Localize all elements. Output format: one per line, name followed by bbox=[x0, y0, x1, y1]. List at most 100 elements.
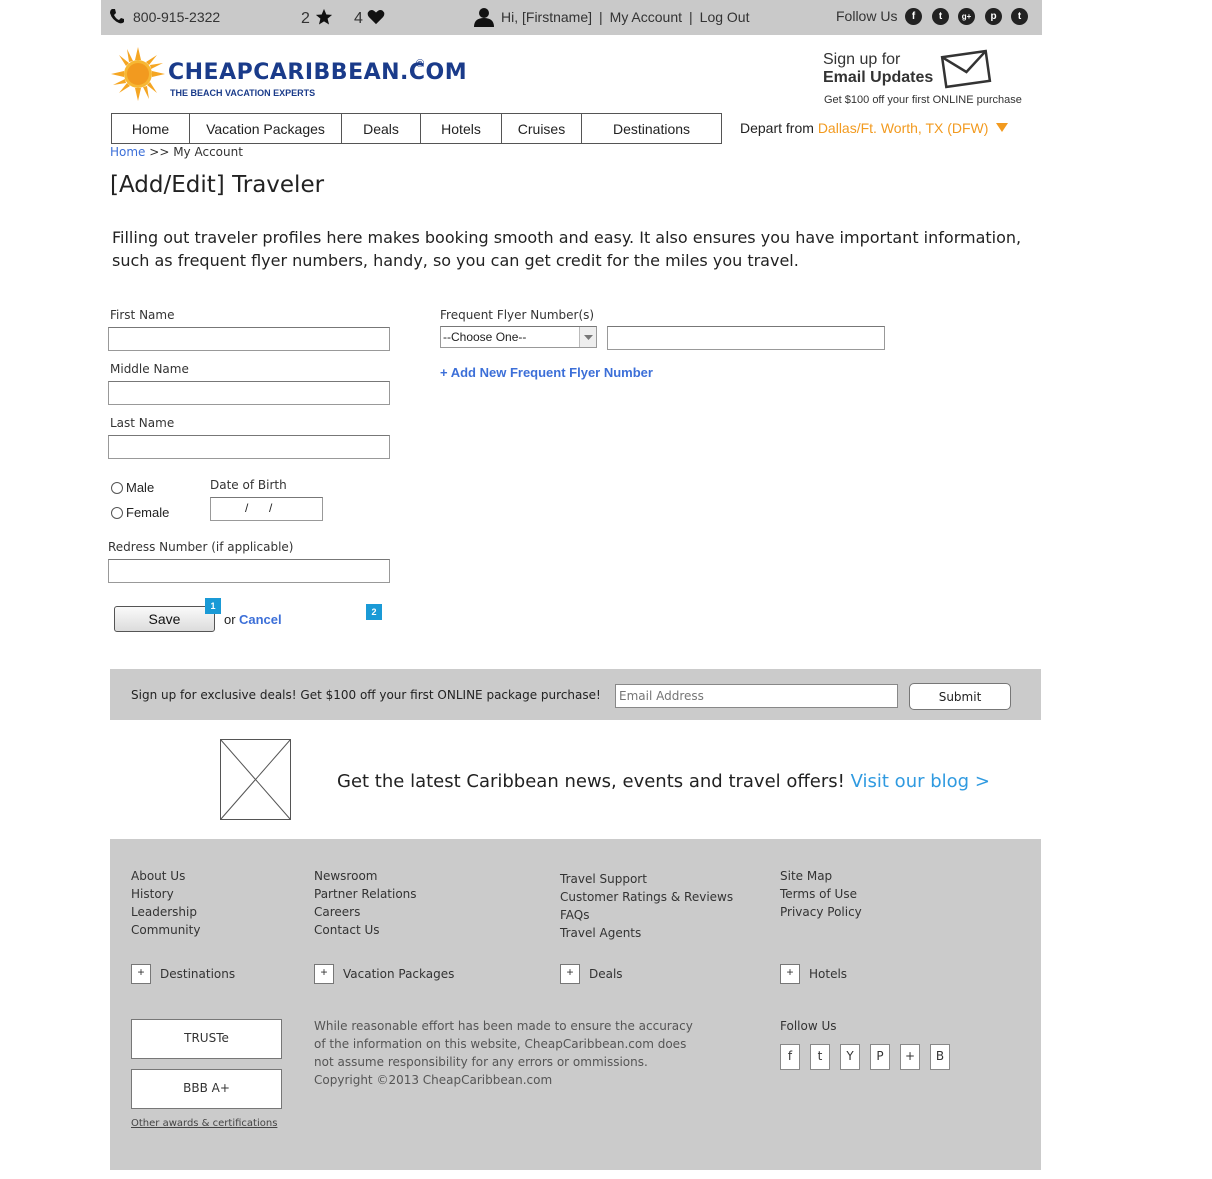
footer-pinterest-icon[interactable]: P bbox=[870, 1044, 890, 1070]
newsletter-submit-button[interactable]: Submit bbox=[909, 683, 1011, 710]
footer-link-history[interactable]: History bbox=[131, 885, 200, 903]
or-text: or bbox=[224, 612, 236, 627]
dob-input[interactable]: / / bbox=[210, 497, 323, 521]
expander-destinations[interactable]: Destinations bbox=[160, 965, 235, 983]
breadcrumb: Home >> My Account bbox=[110, 145, 243, 159]
greeting: Hi, [Firstname] bbox=[501, 9, 593, 25]
nav-cruises[interactable]: Cruises bbox=[502, 114, 582, 143]
gender-female-label[interactable]: Female bbox=[126, 505, 169, 520]
footer-blog-icon[interactable]: B bbox=[930, 1044, 950, 1070]
middle-name-input[interactable] bbox=[108, 381, 390, 405]
footer: About Us History Leadership Community Ne… bbox=[110, 839, 1041, 1170]
footer-col-3: Travel Support Customer Ratings & Review… bbox=[560, 870, 733, 942]
blog-link[interactable]: Visit our blog > bbox=[851, 771, 990, 792]
footer-link-leadership[interactable]: Leadership bbox=[131, 903, 200, 921]
signup-subtext: Get $100 off your first ONLINE purchase bbox=[824, 94, 1022, 106]
chevron-down-icon[interactable] bbox=[996, 123, 1009, 133]
truste-badge[interactable]: TRUSTe bbox=[131, 1019, 282, 1059]
newsletter-bar: Sign up for exclusive deals! Get $100 of… bbox=[110, 669, 1041, 720]
depart-city[interactable]: Dallas/Ft. Worth, TX (DFW) bbox=[818, 120, 989, 136]
nav-vacation-packages[interactable]: Vacation Packages bbox=[190, 114, 342, 143]
expand-vacation-packages-icon[interactable]: + bbox=[314, 964, 334, 984]
gender-female-radio[interactable] bbox=[111, 507, 123, 519]
facebook-icon[interactable]: f bbox=[905, 8, 922, 25]
nav-hotels[interactable]: Hotels bbox=[421, 114, 502, 143]
expander-hotels[interactable]: Hotels bbox=[809, 965, 847, 983]
depart-from[interactable]: Depart from Dallas/Ft. Worth, TX (DFW) bbox=[740, 120, 1009, 136]
footer-link-site-map[interactable]: Site Map bbox=[780, 867, 862, 885]
envelope-icon bbox=[940, 49, 992, 89]
first-name-input[interactable] bbox=[108, 327, 390, 351]
footer-twitter-icon[interactable]: t bbox=[810, 1044, 830, 1070]
nav-deals[interactable]: Deals bbox=[342, 114, 421, 143]
footer-link-travel-support[interactable]: Travel Support bbox=[560, 870, 733, 888]
footer-link-community[interactable]: Community bbox=[131, 921, 200, 939]
twitter-icon[interactable]: t bbox=[932, 8, 949, 25]
footer-col-4: Site Map Terms of Use Privacy Policy bbox=[780, 867, 862, 921]
registered-mark: ® bbox=[416, 58, 425, 70]
ff-label: Frequent Flyer Number(s) bbox=[440, 308, 595, 322]
footer-link-faqs[interactable]: FAQs bbox=[560, 906, 733, 924]
expand-hotels-icon[interactable]: + bbox=[780, 964, 800, 984]
awards-link[interactable]: Other awards & certifications bbox=[131, 1118, 277, 1129]
page-title: [Add/Edit] Traveler bbox=[110, 172, 325, 198]
gender-male-label[interactable]: Male bbox=[126, 480, 154, 495]
breadcrumb-sep: >> bbox=[149, 145, 170, 159]
ff-number-input[interactable] bbox=[607, 326, 885, 350]
my-account-link[interactable]: My Account bbox=[610, 9, 682, 25]
expander-deals[interactable]: Deals bbox=[589, 965, 623, 983]
dob-label: Date of Birth bbox=[210, 478, 287, 492]
nav-home[interactable]: Home bbox=[112, 114, 190, 143]
ff-program-select[interactable]: --Choose One-- bbox=[440, 326, 597, 348]
first-name-label: First Name bbox=[110, 308, 175, 322]
last-name-input[interactable] bbox=[108, 435, 390, 459]
log-out-link[interactable]: Log Out bbox=[700, 9, 750, 25]
footer-col-2: Newsroom Partner Relations Careers Conta… bbox=[314, 867, 417, 939]
likes-count[interactable]: 4 bbox=[354, 10, 363, 28]
footer-follow-us: Follow Us bbox=[780, 1019, 837, 1033]
footer-link-contact[interactable]: Contact Us bbox=[314, 921, 417, 939]
main-nav: Home Vacation Packages Deals Hotels Crui… bbox=[111, 113, 722, 144]
add-ff-link[interactable]: + Add New Frequent Flyer Number bbox=[440, 365, 653, 380]
dob-sep-1: / bbox=[245, 501, 249, 515]
site-logo[interactable]: CHEAPCARIBBEAN.COM ® THE BEACH VACATION … bbox=[110, 46, 467, 102]
newsletter-email-input[interactable] bbox=[615, 684, 898, 708]
expand-deals-icon[interactable]: + bbox=[560, 964, 580, 984]
footer-link-ratings[interactable]: Customer Ratings & Reviews bbox=[560, 888, 733, 906]
top-bar: 800-915-2322 2 4 Hi, [Firstname] | My Acco… bbox=[101, 0, 1042, 35]
footer-link-terms[interactable]: Terms of Use bbox=[780, 885, 862, 903]
expander-vacation-packages[interactable]: Vacation Packages bbox=[343, 965, 454, 983]
footer-link-privacy[interactable]: Privacy Policy bbox=[780, 903, 862, 921]
footer-link-about[interactable]: About Us bbox=[131, 867, 200, 885]
star-icon[interactable] bbox=[315, 8, 333, 29]
tumblr-icon[interactable]: t bbox=[1011, 8, 1028, 25]
footer-link-partner[interactable]: Partner Relations bbox=[314, 885, 417, 903]
footer-facebook-icon[interactable]: f bbox=[780, 1044, 800, 1070]
footer-link-careers[interactable]: Careers bbox=[314, 903, 417, 921]
footer-link-travel-agents[interactable]: Travel Agents bbox=[560, 924, 733, 942]
copyright: Copyright ©2013 CheapCaribbean.com bbox=[314, 1073, 553, 1087]
pinterest-icon[interactable]: p bbox=[985, 8, 1002, 25]
bbb-badge[interactable]: BBB A+ bbox=[131, 1069, 282, 1109]
nav-destinations[interactable]: Destinations bbox=[582, 114, 721, 143]
image-placeholder-icon bbox=[220, 739, 291, 820]
footer-youtube-icon[interactable]: Y bbox=[840, 1044, 860, 1070]
select-arrow-icon[interactable] bbox=[579, 327, 596, 347]
footer-google-plus-icon[interactable]: + bbox=[900, 1044, 920, 1070]
expand-destinations-icon[interactable]: + bbox=[131, 964, 151, 984]
save-button[interactable]: Save bbox=[114, 606, 215, 632]
footer-link-newsroom[interactable]: Newsroom bbox=[314, 867, 417, 885]
gender-male-radio[interactable] bbox=[111, 482, 123, 494]
redress-input[interactable] bbox=[108, 559, 390, 583]
phone-number[interactable]: 800-915-2322 bbox=[133, 9, 220, 25]
signup-line1: Sign up for bbox=[823, 51, 901, 68]
blog-text: Get the latest Caribbean news, events an… bbox=[337, 771, 845, 792]
breadcrumb-home[interactable]: Home bbox=[110, 145, 145, 159]
cancel-link[interactable]: Cancel bbox=[239, 612, 282, 627]
blog-promo: Get the latest Caribbean news, events an… bbox=[337, 771, 990, 792]
disclaimer: While reasonable effort has been made to… bbox=[314, 1019, 693, 1069]
google-plus-icon[interactable]: g+ bbox=[958, 8, 975, 25]
heart-icon[interactable] bbox=[367, 9, 385, 28]
email-signup-promo[interactable]: Sign up for Email Updates Get $100 off y… bbox=[822, 48, 1032, 108]
favorites-count[interactable]: 2 bbox=[301, 10, 310, 28]
